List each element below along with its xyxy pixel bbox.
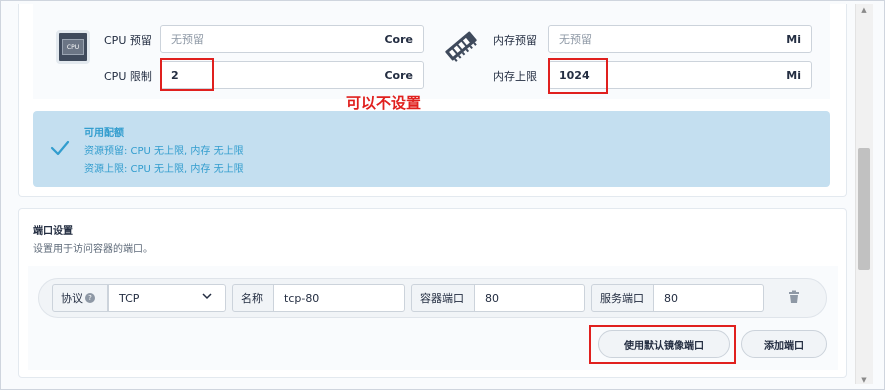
container-port-value: 80 <box>485 291 499 305</box>
scroll-up-arrow[interactable]: ▲ <box>860 6 868 14</box>
cpu-reservation-unit: Core <box>384 32 413 46</box>
ports-section-title: 端口设置 <box>33 226 73 237</box>
memory-reservation-label: 内存预留 <box>493 34 537 47</box>
quota-reservation: 资源预留: CPU 无上限, 内存 无上限 <box>84 146 244 157</box>
chevron-down-icon <box>202 293 212 300</box>
scrollbar-thumb[interactable] <box>858 148 870 270</box>
annotation-text: 可以不设置 <box>346 94 422 112</box>
name-input[interactable]: tcp-80 <box>273 284 405 312</box>
memory-limit-unit: Mi <box>786 68 801 82</box>
cpu-icon: CPU <box>56 30 90 64</box>
highlight-cpu-limit <box>160 58 214 91</box>
trash-icon[interactable] <box>787 290 801 304</box>
service-port-label: 服务端口 <box>591 284 654 312</box>
cpu-reservation-label: CPU 预留 <box>104 34 152 47</box>
highlight-memory-limit <box>548 58 608 94</box>
name-value: tcp-80 <box>284 291 320 305</box>
cpu-icon-text: CPU <box>62 39 84 55</box>
memory-reservation-field[interactable]: 无预留 Mi <box>548 25 812 53</box>
cpu-reservation-placeholder: 无预留 <box>171 33 204 46</box>
memory-limit-label: 内存上限 <box>493 70 537 83</box>
name-label: 名称 <box>232 284 274 312</box>
scroll-down-arrow[interactable]: ▼ <box>860 376 868 384</box>
protocol-label-text: 协议 <box>61 292 83 305</box>
ports-section-description: 设置用于访问容器的端口。 <box>33 244 153 255</box>
container-port-input[interactable]: 80 <box>474 284 585 312</box>
highlight-default-ports <box>589 325 736 364</box>
container-port-label: 容器端口 <box>411 284 475 312</box>
memory-icon <box>445 31 477 62</box>
help-icon[interactable]: ? <box>85 293 95 303</box>
quota-title: 可用配额 <box>84 128 124 139</box>
service-port-input[interactable]: 80 <box>653 284 764 312</box>
protocol-value: TCP <box>119 291 140 305</box>
check-icon <box>50 140 70 156</box>
quota-limit: 资源上限: CPU 无上限, 内存 无上限 <box>84 164 244 175</box>
protocol-label: 协议? <box>52 284 108 312</box>
cpu-limit-unit: Core <box>384 68 413 82</box>
add-port-button[interactable]: 添加端口 <box>741 330 827 358</box>
cpu-reservation-field[interactable]: 无预留 Core <box>160 25 424 53</box>
memory-reservation-placeholder: 无预留 <box>559 33 592 46</box>
service-port-value: 80 <box>664 291 678 305</box>
cpu-limit-label: CPU 限制 <box>104 70 152 83</box>
memory-reservation-unit: Mi <box>786 32 801 46</box>
